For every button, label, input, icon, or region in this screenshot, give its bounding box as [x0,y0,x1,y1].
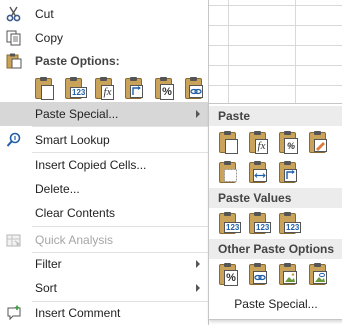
formulas-number-format-icon: % [284,138,298,154]
paste-values-source-formatting-button[interactable]: 123 [276,211,302,235]
quick-analysis-icon [6,232,22,248]
paste-icon [225,139,238,154]
menu-item-label: Insert Comment [35,306,121,320]
paste-options-row: 123 fx % [32,76,208,102]
values-source-formatting-icon: 123 [284,222,302,233]
paste-special-dialog-item[interactable]: Paste Special... [209,293,342,315]
menu-item-smart-lookup[interactable]: Smart Lookup [0,128,208,152]
submenu-header-paste-values: Paste Values [209,188,342,208]
column-widths-icon [253,169,267,185]
paste-icon [41,85,54,100]
search-icon [6,132,22,148]
menu-separator [32,126,208,127]
paste-link-icon [189,85,203,101]
paste-formulas-number-format-button[interactable]: % [276,130,298,154]
paste-formulas-button[interactable]: fx [92,76,114,100]
scissors-icon [6,6,22,22]
formulas-icon: fx [255,139,268,154]
paste-formatting-icon: % [160,84,174,100]
menu-item-paste-special[interactable]: Paste Special... [0,102,208,126]
copy-icon [6,30,22,46]
menu-item-insert-comment[interactable]: Insert Comment [0,301,208,325]
menu-item-clear-contents[interactable]: Clear Contents [0,201,208,225]
paste-options-label: Paste Options: [35,54,120,68]
menu-separator [32,226,208,227]
submenu-arrow-icon [196,260,200,268]
paste-picture-button[interactable] [276,262,298,286]
paste-formatting-button[interactable]: % [152,76,174,100]
menu-item-label: Paste Special... [35,107,119,121]
submenu-header-other-paste-options: Other Paste Options [209,239,342,259]
paste-values-button[interactable]: 123 [216,211,242,235]
paste-special-submenu: Paste fx % Paste Values 123 123 123 Othe… [208,103,342,320]
paste-keep-source-formatting-button[interactable] [306,130,328,154]
submenu-header-paste: Paste [209,106,342,126]
values-number-format-icon: 123 [254,222,272,233]
paste-link-button[interactable] [182,76,204,100]
paste-options-header: Paste Options: [0,49,208,73]
transpose-icon [284,169,297,185]
submenu-arrow-icon [196,284,200,292]
menu-item-label: Filter [35,257,62,271]
menu-item-sort[interactable]: Sort [0,276,208,300]
paste-formulas-button[interactable]: fx [246,130,268,154]
paste-formulas-icon: fx [101,85,114,100]
picture-icon [283,271,297,287]
clipboard-icon [6,53,22,69]
menu-item-label: Delete... [35,182,80,196]
paste-no-borders-button[interactable] [216,160,238,184]
menu-item-label: Copy [35,31,64,45]
values-icon: 123 [224,222,242,233]
menu-item-delete[interactable]: Delete... [0,177,208,201]
paste-values-button[interactable]: 123 [62,76,88,100]
menu-item-label: Insert Copied Cells... [35,158,147,172]
paste-transpose-button[interactable] [276,160,298,184]
paste-transpose-icon [130,85,143,101]
menu-item-insert-copied-cells[interactable]: Insert Copied Cells... [0,153,208,177]
paste-values-icon: 123 [70,87,88,98]
menu-item-cut[interactable]: Cut [0,2,208,26]
menu-item-label: Cut [35,7,54,21]
menu-item-quick-analysis: Quick Analysis [0,228,208,252]
menu-item-copy[interactable]: Copy [0,26,208,50]
keep-source-formatting-icon [314,139,327,155]
no-borders-icon [224,169,237,185]
menu-item-label: Sort [35,281,58,295]
paste-linked-picture-button[interactable] [306,262,328,286]
paste-all-button[interactable] [216,130,238,154]
context-menu: Cut Copy Paste Options: 123 fx % Paste S… [0,0,209,325]
menu-item-label: Quick Analysis [35,233,114,247]
spreadsheet-grid [208,0,342,108]
paste-link-button[interactable] [246,262,268,286]
menu-item-label: Smart Lookup [35,133,110,147]
paste-keep-column-widths-button[interactable] [246,160,268,184]
formatting-icon: % [224,270,238,286]
paste-button[interactable] [32,76,54,100]
paste-values-number-format-button[interactable]: 123 [246,211,272,235]
paste-formatting-button[interactable]: % [216,262,238,286]
submenu-arrow-icon [196,110,200,118]
link-icon [253,271,267,287]
paste-transpose-button[interactable] [122,76,144,100]
menu-item-filter[interactable]: Filter [0,252,208,276]
linked-picture-icon [313,271,327,287]
menu-item-label: Clear Contents [35,206,116,220]
comment-icon [6,305,22,321]
